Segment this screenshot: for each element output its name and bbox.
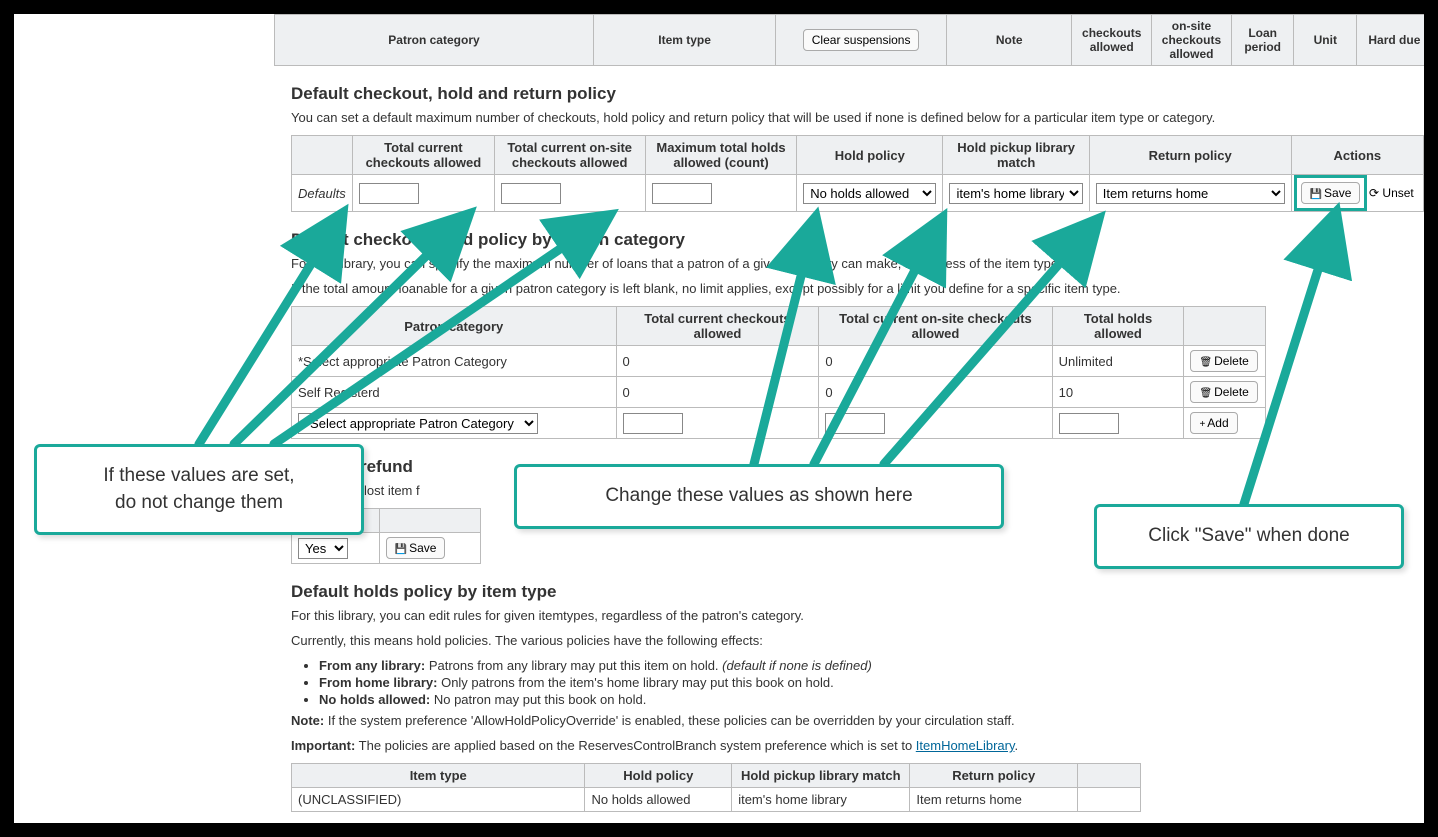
default-checkout-policy-table: Total current checkouts allowed Total cu… <box>291 135 1424 212</box>
col-patron-category: Patron category <box>275 15 594 66</box>
col-actions: Actions <box>1291 136 1423 175</box>
pc-col-checkouts: Total current checkouts allowed <box>616 307 819 346</box>
patron-category-select[interactable]: *Select appropriate Patron Category <box>298 413 538 434</box>
ht-col-itemtype: Item type <box>292 764 585 788</box>
section-patron-category-desc2: If the total amount loanable for a given… <box>291 281 1424 296</box>
total-checkouts-input[interactable] <box>359 183 419 204</box>
col-total-onsite: Total current on-site checkouts allowed <box>494 136 645 175</box>
holds-important: Important: The policies are applied base… <box>291 738 1424 753</box>
col-suspensions: Clear suspensions <box>776 15 947 66</box>
col-return-policy: Return policy <box>1089 136 1291 175</box>
unset-button[interactable]: ⟳ Unset <box>1367 183 1416 203</box>
table-row: (UNCLASSIFIED) No holds allowed item's h… <box>292 788 1141 812</box>
delete-button[interactable]: 🗑Delete <box>1190 381 1257 403</box>
col-hard-due: Hard due dat <box>1357 15 1438 66</box>
clear-suspensions-button[interactable]: Clear suspensions <box>803 29 920 51</box>
callout-right: Click "Save" when done <box>1094 504 1404 569</box>
col-unit: Unit <box>1294 15 1357 66</box>
col-total-checkouts: Total current checkouts allowed <box>353 136 494 175</box>
fee-select[interactable]: Yes <box>298 538 348 559</box>
col-hold-pickup: Hold pickup library match <box>943 136 1089 175</box>
pc-col-holds: Total holds allowed <box>1052 307 1184 346</box>
col-onsite-checkouts: on-site checkouts allowed <box>1152 15 1232 66</box>
save-icon: 💾 <box>1310 189 1322 200</box>
holds-note: Note: If the system preference 'AllowHol… <box>291 713 1424 728</box>
return-policy-select[interactable]: Item returns home <box>1096 183 1285 204</box>
fee-save-button[interactable]: 💾Save <box>386 537 446 559</box>
col-hold-policy: Hold policy <box>797 136 943 175</box>
max-holds-input[interactable] <box>652 183 712 204</box>
defaults-label: Defaults <box>292 175 353 212</box>
holds-by-item-table: Item type Hold policy Hold pickup librar… <box>291 763 1141 812</box>
pickup-match-select[interactable]: item's home library <box>949 183 1082 204</box>
trash-icon: 🗑 <box>1199 388 1212 399</box>
plus-icon: + <box>1199 419 1205 430</box>
pc-holds-input[interactable] <box>1059 413 1119 434</box>
section-default-checkout-title: Default checkout, hold and return policy <box>291 84 1424 104</box>
patron-category-table: Patron category Total current checkouts … <box>291 306 1266 439</box>
section-patron-category-desc1: For this library, you can specify the ma… <box>291 256 1424 271</box>
add-button[interactable]: +Add <box>1190 412 1237 434</box>
trash-icon: 🗑 <box>1199 357 1212 368</box>
col-max-holds: Maximum total holds allowed (count) <box>645 136 796 175</box>
table-row: Self Registerd 0 0 10 🗑Delete <box>292 377 1266 408</box>
hold-policy-select[interactable]: No holds allowed <box>803 183 936 204</box>
circulation-rules-header-table: Patron category Item type Clear suspensi… <box>274 14 1438 66</box>
col-note: Note <box>947 15 1072 66</box>
col-checkouts-allowed: checkouts allowed <box>1072 15 1152 66</box>
save-icon: 💾 <box>395 544 407 555</box>
table-row: *Select appropriate Patron Category 0 0 … <box>292 346 1266 377</box>
section-default-checkout-desc: You can set a default maximum number of … <box>291 110 1424 125</box>
save-button[interactable]: 💾Save <box>1301 182 1361 204</box>
item-home-library-link[interactable]: ItemHomeLibrary <box>916 738 1015 753</box>
pc-checkouts-input[interactable] <box>623 413 683 434</box>
holds-policy-bullets: From any library: Patrons from any libra… <box>291 658 1424 707</box>
section-holds-desc1: For this library, you can edit rules for… <box>291 608 1424 623</box>
pc-onsite-input[interactable] <box>825 413 885 434</box>
pc-col-onsite: Total current on-site checkouts allowed <box>819 307 1052 346</box>
section-patron-category-title: Default checkout, hold policy by patron … <box>291 230 1424 250</box>
ht-col-holdpolicy: Hold policy <box>585 764 732 788</box>
delete-button[interactable]: 🗑Delete <box>1190 350 1257 372</box>
callout-left: If these values are set, do not change t… <box>34 444 364 535</box>
total-onsite-input[interactable] <box>501 183 561 204</box>
section-holds-by-item-title: Default holds policy by item type <box>291 582 1424 602</box>
section-holds-desc2: Currently, this means hold policies. The… <box>291 633 1424 648</box>
col-loan-period: Loan period <box>1231 15 1294 66</box>
ht-col-return: Return policy <box>910 764 1078 788</box>
pc-col-category: Patron category <box>292 307 617 346</box>
table-add-row: *Select appropriate Patron Category +Add <box>292 408 1266 439</box>
callout-mid: Change these values as shown here <box>514 464 1004 529</box>
ht-col-pickup: Hold pickup library match <box>732 764 910 788</box>
col-item-type: Item type <box>593 15 775 66</box>
